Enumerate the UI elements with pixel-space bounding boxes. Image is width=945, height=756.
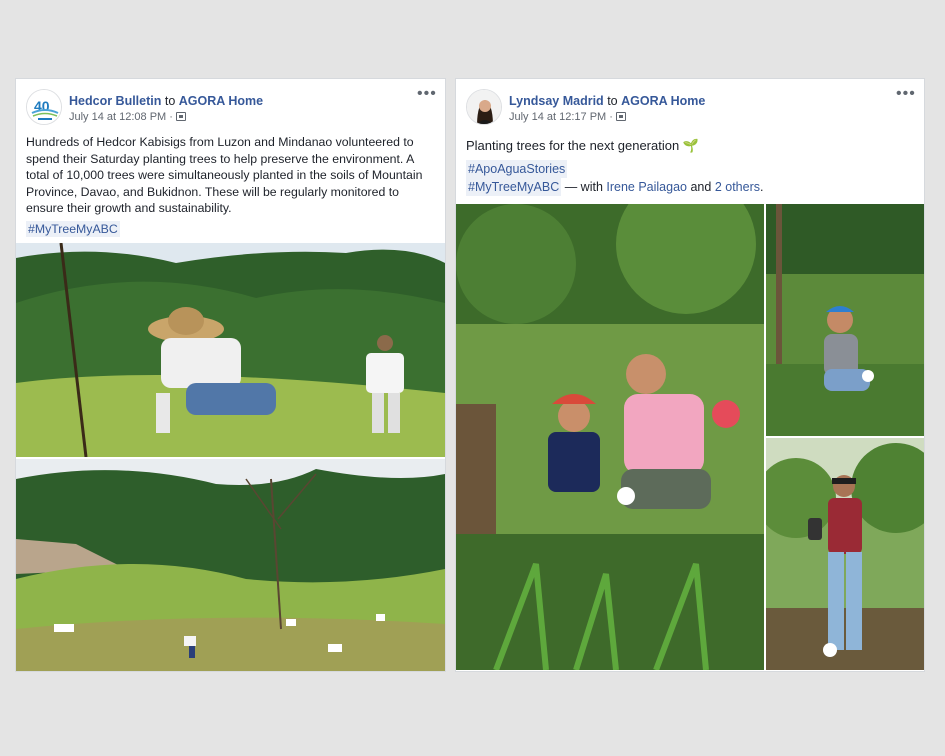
with-label: — with: [561, 180, 607, 194]
mother-child-planting-photo[interactable]: [456, 204, 764, 670]
group-name-link[interactable]: AGORA Home: [179, 94, 263, 108]
post-timestamp[interactable]: July 14 at 12:08 PM: [69, 111, 166, 123]
hillside-planting-photo[interactable]: [16, 459, 445, 671]
post-header: Lyndsay Madrid to AGORA Home July 14 at …: [466, 86, 915, 129]
woman-planting-photo[interactable]: [766, 204, 924, 436]
photo-image: [16, 459, 445, 671]
photo-image: [766, 438, 924, 670]
hedcor-logo-icon: 40: [27, 90, 61, 124]
group-name-link[interactable]: AGORA Home: [621, 94, 705, 108]
post-text: Hundreds of Hedcor Kabisigs from Luzon a…: [26, 134, 433, 237]
more-options-button[interactable]: •••: [896, 86, 915, 102]
end-punctuation: .: [759, 180, 764, 194]
author-line: Lyndsay Madrid to AGORA Home: [509, 94, 705, 108]
man-with-seedling-photo[interactable]: [766, 438, 924, 670]
post-text: Planting trees for the next generation 🌱…: [466, 137, 912, 196]
hedcor-avatar[interactable]: 40: [26, 89, 62, 125]
photo-image: [766, 204, 924, 436]
author-name-link[interactable]: Hedcor Bulletin: [69, 94, 161, 108]
others-link[interactable]: 2 others: [715, 180, 760, 194]
post-meta: July 14 at 12:08 PM ·: [69, 111, 186, 123]
profile-photo-icon: [467, 90, 501, 124]
to-label: to: [607, 94, 618, 108]
lyndsay-avatar[interactable]: [466, 89, 502, 125]
tagged-person-link[interactable]: Irene Pailagao: [606, 180, 687, 194]
meta-separator: ·: [609, 111, 613, 123]
audience-icon[interactable]: [615, 112, 626, 121]
post-header: 40 Hedcor Bulletin to AGORA Home July 14…: [26, 86, 436, 129]
meta-separator: ·: [169, 111, 173, 123]
volunteer-planting-photo[interactable]: [16, 243, 445, 457]
audience-icon[interactable]: [175, 112, 186, 121]
post-meta: July 14 at 12:17 PM ·: [509, 111, 626, 123]
author-name-link[interactable]: Lyndsay Madrid: [509, 94, 604, 108]
post-timestamp[interactable]: July 14 at 12:17 PM: [509, 111, 606, 123]
hashtag-link[interactable]: #ApoAguaStories: [466, 160, 568, 178]
hashtag-link[interactable]: #MyTreeMyABC: [466, 178, 562, 196]
author-line: Hedcor Bulletin to AGORA Home: [69, 94, 263, 108]
and-label: and: [687, 180, 715, 194]
seedling-icon: 🌱: [682, 138, 700, 153]
post-body: Planting trees for the next generation: [466, 138, 680, 153]
post-card-lyndsay: Lyndsay Madrid to AGORA Home July 14 at …: [455, 78, 925, 672]
photo-image: [456, 204, 764, 670]
hashtag-link[interactable]: #MyTreeMyABC: [26, 220, 120, 237]
more-options-button[interactable]: •••: [417, 86, 436, 102]
to-label: to: [164, 94, 176, 108]
post-card-hedcor: 40 Hedcor Bulletin to AGORA Home July 14…: [15, 78, 446, 672]
photo-image: [16, 243, 445, 457]
post-body: Hundreds of Hedcor Kabisigs from Luzon a…: [26, 135, 423, 215]
